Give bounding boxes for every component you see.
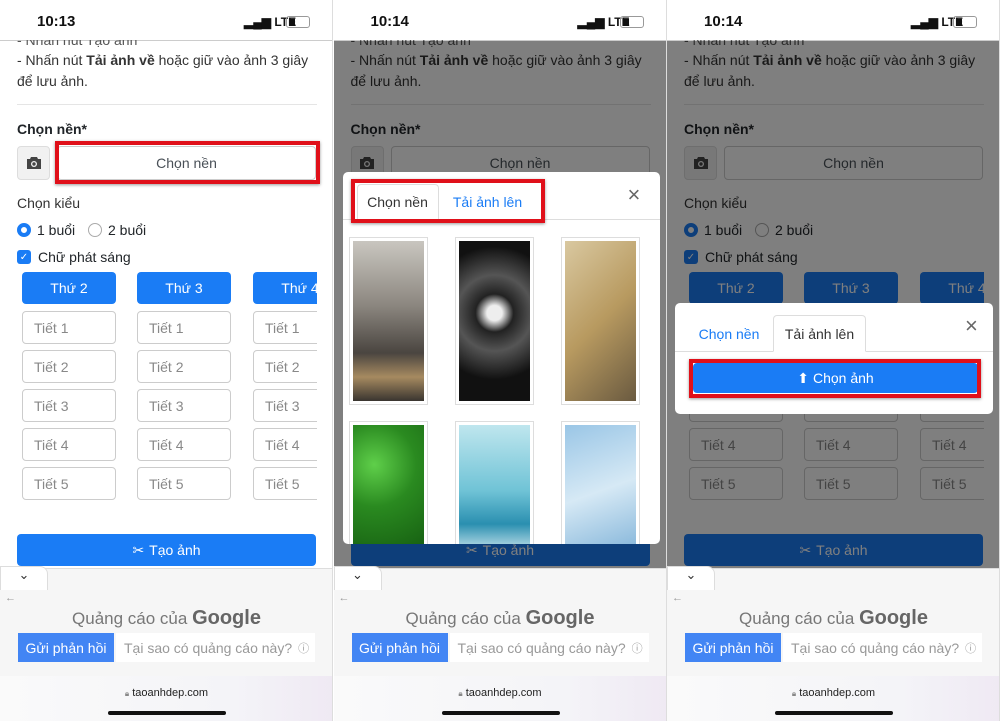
- collapse-ad-button[interactable]: ⌄: [0, 566, 48, 592]
- ad-why-button[interactable]: Tại sao có quảng cáo này? ⓘ: [449, 633, 649, 662]
- period-input[interactable]: Tiết 5: [22, 467, 116, 500]
- chevron-down-icon: ⌄: [18, 567, 30, 582]
- camera-icon: [26, 157, 41, 169]
- checkbox-checked-icon: ✓: [17, 250, 31, 264]
- choose-bg-label: Chọn nền*: [17, 121, 87, 137]
- create-image-button[interactable]: ✂Tạo ảnh: [17, 534, 316, 566]
- status-time: 10:13: [37, 13, 76, 30]
- ad-why-button[interactable]: Tại sao có quảng cáo này? ⓘ: [783, 633, 982, 662]
- upload-modal: Chọn nền Tải ảnh lên × ⬆ Chọn ảnh: [675, 303, 993, 414]
- back-arrow-icon[interactable]: ←: [339, 592, 350, 604]
- day-button[interactable]: Thứ 2: [22, 272, 116, 304]
- period-input[interactable]: Tiết 4: [137, 428, 231, 461]
- ad-feedback-button[interactable]: Gửi phản hồi: [18, 633, 114, 662]
- period-input[interactable]: Tiết 2: [137, 350, 231, 383]
- url-text: taoanhdep.com: [465, 687, 542, 699]
- home-indicator[interactable]: [775, 711, 893, 715]
- instruction-line-2: để lưu ảnh.: [17, 73, 88, 89]
- ad-why-button[interactable]: Tại sao có quảng cáo này? ⓘ: [116, 633, 315, 662]
- ad-area: ← Quảng cáo của Google Gửi phản hồi Tại …: [667, 590, 999, 676]
- phone-screenshot-2: 10:14▂▄▆ LTE- Nhấn nút Tạo ảnh10:14▂▄▆ L…: [333, 0, 667, 721]
- collapse-ad-button[interactable]: ⌄: [333, 566, 382, 592]
- battery-icon: [286, 16, 310, 28]
- thumbnail-sneakers[interactable]: [454, 237, 534, 405]
- scissors-icon: ✂: [132, 541, 145, 558]
- glow-checkbox[interactable]: ✓ Chữ phát sáng: [17, 249, 131, 265]
- style-label: Chọn kiểu: [17, 195, 81, 211]
- chevron-down-icon: ⌄: [685, 567, 697, 582]
- back-arrow-icon[interactable]: ←: [5, 592, 16, 604]
- signal-bars-icon: ▂▄▆: [911, 15, 938, 29]
- thumbnail-dolphins[interactable]: [454, 421, 534, 544]
- radio-checked-icon: [17, 223, 31, 237]
- highlight-box: [350, 179, 545, 223]
- tab-upload[interactable]: Tải ảnh lên: [773, 315, 866, 352]
- phone-screenshot-1: 10:13▂▄▆ LTE- Nhấn nút Tạo ảnh10:13▂▄▆ L…: [0, 0, 333, 721]
- signal-bars-icon: ▂▄▆: [577, 15, 605, 29]
- tab-choose-background[interactable]: Chọn nền: [685, 315, 773, 352]
- phone-screenshot-3: 10:14▂▄▆ LTE- Nhấn nút Tạo ảnh10:14▂▄▆ L…: [667, 0, 1000, 721]
- chevron-down-icon: ⌄: [352, 567, 363, 582]
- camera-button[interactable]: [17, 146, 50, 180]
- browser-url-bar[interactable]: 🔒︎ taoanhdep.com: [667, 676, 999, 721]
- period-input[interactable]: Tiết 1: [22, 311, 116, 344]
- radio-unchecked-icon: [88, 223, 102, 237]
- period-input[interactable]: Tiết 3: [137, 389, 231, 422]
- status-time: 10:14: [704, 13, 743, 30]
- highlight-box: [55, 141, 320, 184]
- highlight-box: [689, 359, 981, 398]
- info-icon: ⓘ: [298, 642, 310, 655]
- info-icon: ⓘ: [965, 642, 977, 655]
- ad-area: ← Quảng cáo của Google Gửi phản hồi Tại …: [0, 590, 332, 676]
- battery-icon: [953, 16, 977, 28]
- home-indicator[interactable]: [108, 711, 226, 715]
- radio-label: 1 buổi: [37, 222, 76, 238]
- background-modal: Chọn nền Tải ảnh lên ×: [342, 172, 660, 544]
- browser-url-bar[interactable]: 🔒︎ taoanhdep.com: [333, 676, 666, 721]
- ad-title: Quảng cáo của Google: [72, 607, 261, 629]
- thumbnail-book-earphones[interactable]: [560, 237, 640, 405]
- thumbnail-clover[interactable]: [348, 421, 428, 544]
- checkbox-label: Chữ phát sáng: [38, 249, 131, 265]
- ad-title: Quảng cáo của Google: [739, 607, 928, 629]
- period-input[interactable]: Tiết 2: [22, 350, 116, 383]
- period-input[interactable]: Tiết 3: [22, 389, 116, 422]
- lock-icon: 🔒︎: [124, 689, 130, 698]
- close-icon[interactable]: ×: [965, 313, 978, 339]
- home-indicator[interactable]: [441, 711, 560, 715]
- close-icon[interactable]: ×: [628, 182, 641, 208]
- battery-icon: [619, 16, 644, 28]
- url-text: taoanhdep.com: [799, 687, 876, 699]
- day-button[interactable]: Thứ 3: [137, 272, 231, 304]
- ad-feedback-button[interactable]: Gửi phản hồi: [351, 633, 448, 662]
- ad-feedback-button[interactable]: Gửi phản hồi: [685, 633, 781, 662]
- radio-2-buoi[interactable]: 2 buổi: [88, 222, 146, 238]
- divider: [17, 104, 317, 105]
- period-input[interactable]: Tiết 4: [22, 428, 116, 461]
- info-icon: ⓘ: [631, 642, 643, 655]
- signal-bars-icon: ▂▄▆: [244, 15, 271, 29]
- collapse-ad-button[interactable]: ⌄: [667, 566, 715, 592]
- instruction-line: - Nhấn nút Tải ảnh về hoặc giữ vào ảnh 3…: [17, 52, 309, 68]
- ad-area: ← Quảng cáo của Google Gửi phản hồi Tại …: [333, 590, 666, 676]
- status-time: 10:14: [370, 13, 409, 30]
- create-label: Tạo ảnh: [149, 542, 201, 558]
- thumbnail-building[interactable]: [348, 237, 428, 405]
- period-input[interactable]: Tiết 5: [137, 467, 231, 500]
- radio-1-buoi[interactable]: 1 buổi: [17, 222, 75, 238]
- browser-url-bar[interactable]: 🔒︎ taoanhdep.com: [0, 676, 332, 721]
- lock-icon: 🔒︎: [458, 689, 463, 698]
- thumbnail-airplane-sky[interactable]: [560, 421, 640, 544]
- period-input[interactable]: Tiết 1: [137, 311, 231, 344]
- radio-label: 2 buổi: [108, 222, 147, 238]
- lock-icon: 🔒︎: [791, 689, 797, 698]
- url-text: taoanhdep.com: [132, 687, 209, 699]
- back-arrow-icon[interactable]: ←: [672, 592, 683, 604]
- ad-title: Quảng cáo của Google: [405, 607, 595, 629]
